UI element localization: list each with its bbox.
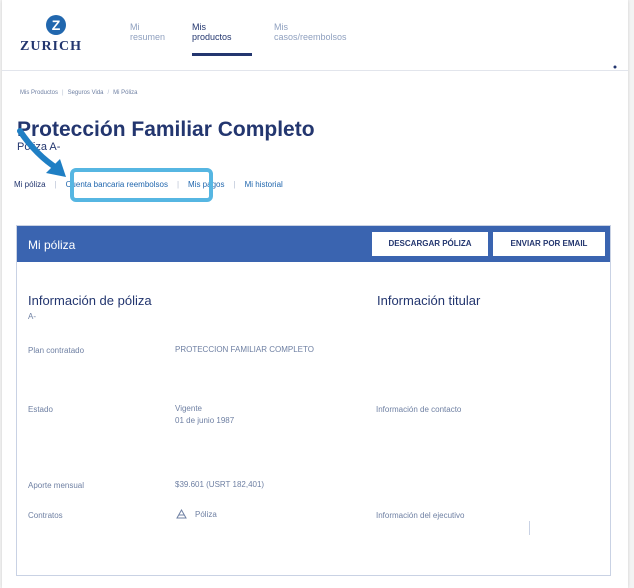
footer-strip xyxy=(2,578,628,588)
card-header: Mi póliza DESCARGAR PÓLIZA ENVIAR POR EM… xyxy=(17,226,610,262)
policy-card: Mi póliza DESCARGAR PÓLIZA ENVIAR POR EM… xyxy=(16,225,611,576)
executive-info-label: Información del ejecutivo xyxy=(376,511,465,520)
nav-item-resumen[interactable]: Mi resumen xyxy=(130,22,170,50)
tab-mi-poliza[interactable]: Mi póliza xyxy=(14,180,46,189)
zurich-logo[interactable]: Z ZURICH xyxy=(20,15,90,59)
policy-number: A- xyxy=(28,312,36,321)
breadcrumb-separator: / xyxy=(107,90,110,96)
breadcrumb: Mis Productos | Seguros Vida / Mi Póliza xyxy=(20,90,138,96)
arrow-annotation-icon xyxy=(17,128,66,177)
tab-separator: | xyxy=(54,180,57,189)
tab-highlight-box xyxy=(70,168,213,202)
document-product-icon xyxy=(176,509,187,519)
download-policy-button[interactable]: DESCARGAR PÓLIZA xyxy=(372,232,488,256)
contact-info-label: Información de contacto xyxy=(376,405,462,414)
breadcrumb-item-poliza: Mi Póliza xyxy=(113,90,138,96)
zurich-logo-icon: Z xyxy=(46,15,66,35)
plan-value: PROTECCION FAMILIAR COMPLETO xyxy=(175,345,314,354)
tab-mi-historial[interactable]: Mi historial xyxy=(245,180,283,189)
plan-label: Plan contratado xyxy=(28,346,85,355)
breadcrumb-item-seguros[interactable]: Seguros Vida xyxy=(68,90,104,96)
breadcrumb-item-productos[interactable]: Mis Productos xyxy=(20,90,58,96)
main-nav: Mi resumen Mis productos Mis casos/reemb… xyxy=(130,22,396,56)
tab-separator: | xyxy=(233,180,236,189)
contracts-value[interactable]: Póliza xyxy=(195,509,217,521)
nav-item-casos[interactable]: Mis casos/reembolsos xyxy=(274,22,374,50)
contracts-label: Contratos xyxy=(28,511,63,520)
top-bar: Z ZURICH Mi resumen Mis productos Mis ca… xyxy=(2,0,628,71)
breadcrumb-separator: | xyxy=(62,90,64,96)
holder-info-title: Información titular xyxy=(377,293,481,308)
policy-info-title: Información de póliza xyxy=(28,293,152,308)
menu-dots-icon[interactable] xyxy=(612,64,618,70)
nav-item-productos[interactable]: Mis productos xyxy=(192,22,252,56)
status-value: Vigente xyxy=(175,404,202,413)
logo-text: ZURICH xyxy=(20,39,83,54)
monthly-contribution-value: $39.601 (USRT 182,401) xyxy=(175,480,265,489)
monthly-contribution-label: Aporte mensual xyxy=(28,481,85,490)
divider xyxy=(529,521,530,535)
page: Z ZURICH Mi resumen Mis productos Mis ca… xyxy=(2,0,628,588)
card-title: Mi póliza xyxy=(28,238,76,252)
status-label: Estado xyxy=(28,405,53,414)
send-email-button[interactable]: ENVIAR POR EMAIL xyxy=(493,232,605,256)
status-date: 01 de junio 1987 xyxy=(175,416,235,425)
